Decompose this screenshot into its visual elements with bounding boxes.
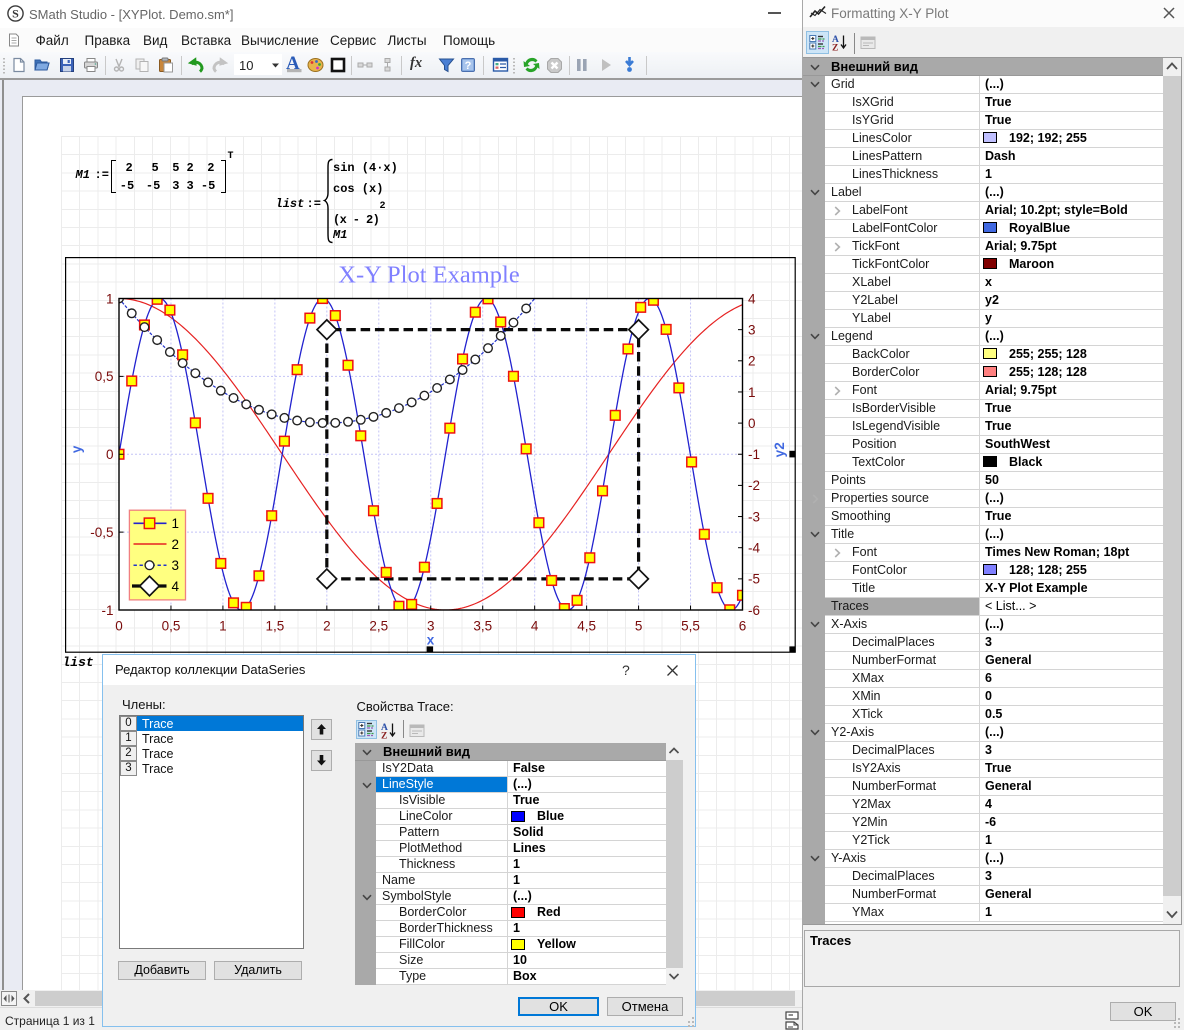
svg-text:X-Y Plot Example: X-Y Plot Example bbox=[338, 262, 520, 289]
svg-text:1: 1 bbox=[748, 385, 756, 400]
svg-text:5,5: 5,5 bbox=[681, 619, 700, 634]
svg-text:-6: -6 bbox=[748, 603, 760, 618]
svg-text:1: 1 bbox=[219, 619, 227, 634]
svg-text:4: 4 bbox=[748, 291, 756, 306]
svg-text:4: 4 bbox=[531, 619, 539, 634]
svg-text:3: 3 bbox=[748, 322, 756, 337]
svg-text:0,5: 0,5 bbox=[162, 619, 181, 634]
svg-text:3: 3 bbox=[172, 558, 180, 573]
svg-text:S: S bbox=[12, 7, 19, 21]
svg-text:0: 0 bbox=[106, 447, 114, 462]
svg-text:5: 5 bbox=[635, 619, 643, 634]
svg-text:Z: Z bbox=[832, 44, 838, 52]
svg-text:3,5: 3,5 bbox=[473, 619, 492, 634]
svg-text:6: 6 bbox=[739, 619, 747, 634]
svg-text:-2: -2 bbox=[748, 478, 760, 493]
svg-text:3: 3 bbox=[427, 619, 435, 634]
svg-text:1,5: 1,5 bbox=[265, 619, 284, 634]
svg-text:2: 2 bbox=[748, 354, 756, 369]
svg-text:0,5: 0,5 bbox=[95, 369, 114, 384]
svg-text:x: x bbox=[427, 633, 435, 648]
svg-text:-0,5: -0,5 bbox=[90, 525, 113, 540]
svg-text:2: 2 bbox=[172, 537, 180, 552]
svg-text:1: 1 bbox=[106, 291, 114, 306]
svg-text:0: 0 bbox=[748, 416, 756, 431]
svg-text:-1: -1 bbox=[101, 603, 113, 618]
svg-text:4: 4 bbox=[172, 579, 180, 594]
svg-text:0: 0 bbox=[115, 619, 123, 634]
svg-text:4,5: 4,5 bbox=[577, 619, 596, 634]
svg-text:2,5: 2,5 bbox=[369, 619, 388, 634]
svg-text:-4: -4 bbox=[748, 541, 760, 556]
svg-text:Z: Z bbox=[381, 732, 387, 740]
svg-text:2: 2 bbox=[323, 619, 331, 634]
svg-text:-5: -5 bbox=[748, 572, 760, 587]
svg-text:y2: y2 bbox=[772, 442, 787, 457]
svg-text:?: ? bbox=[465, 60, 472, 72]
svg-text:-3: -3 bbox=[748, 509, 760, 524]
svg-text:y: y bbox=[69, 445, 84, 453]
svg-text:-1: -1 bbox=[748, 447, 760, 462]
svg-text:1: 1 bbox=[172, 516, 180, 531]
